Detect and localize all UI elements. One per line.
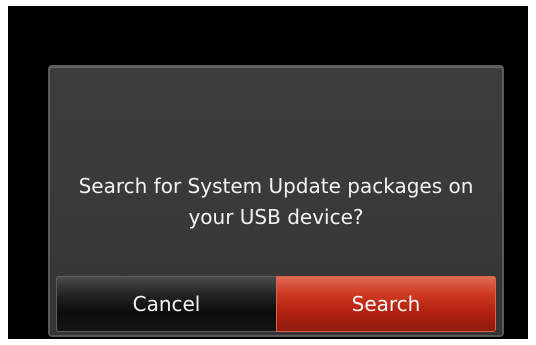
search-button[interactable]: Search	[276, 276, 496, 332]
dialog-message-line1: Search for System Update packages on	[78, 174, 474, 198]
dialog-button-row: Cancel Search	[56, 276, 496, 332]
screen: Search for System Update packages on you…	[8, 6, 528, 339]
dialog-message: Search for System Update packages on you…	[50, 171, 502, 233]
cancel-button[interactable]: Cancel	[56, 276, 276, 332]
update-search-dialog: Search for System Update packages on you…	[48, 65, 504, 337]
dialog-message-line2: your USB device?	[188, 205, 364, 229]
